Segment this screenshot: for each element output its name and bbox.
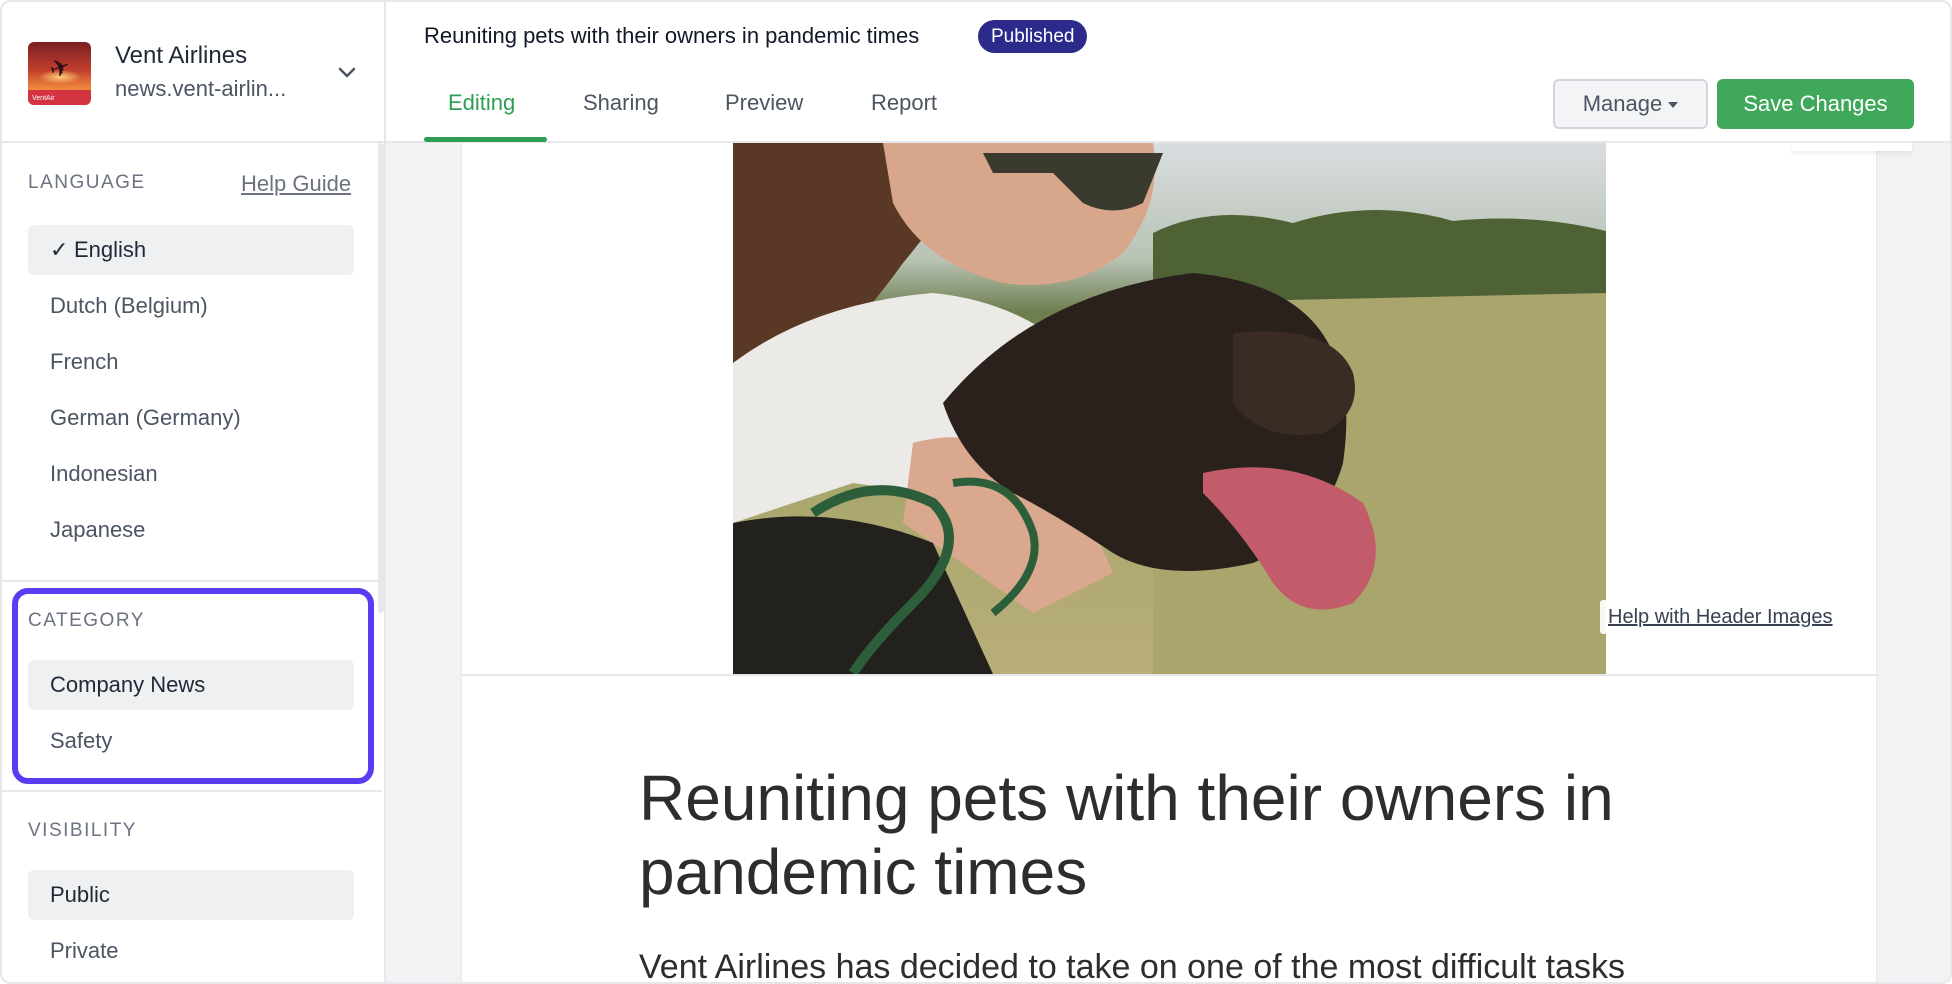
language-option-label: English xyxy=(74,237,147,262)
org-domain: news.vent-airlin... xyxy=(115,76,287,101)
language-option-indonesian[interactable]: Indonesian xyxy=(28,449,354,499)
image-divider xyxy=(462,674,1878,676)
active-tab-indicator xyxy=(424,137,547,142)
document-title: Reuniting pets with their owners in pand… xyxy=(424,23,920,48)
chevron-down-icon[interactable] xyxy=(334,60,360,86)
category-option-safety[interactable]: Safety xyxy=(28,716,354,766)
language-option-english[interactable]: ✓ English xyxy=(28,225,354,275)
language-option-dutch-belgium[interactable]: Dutch (Belgium) xyxy=(28,281,354,331)
language-option-german-germany[interactable]: German (Germany) xyxy=(28,393,354,443)
article-title[interactable]: Reuniting pets with their owners in pand… xyxy=(639,761,1779,909)
article-card: Help with Header Images Reuniting pets w… xyxy=(461,143,1912,982)
visibility-option-private[interactable]: Private xyxy=(28,926,354,976)
sidebar-scrollbar[interactable] xyxy=(378,143,384,613)
header-image[interactable] xyxy=(733,143,1606,674)
tab-sharing[interactable]: Sharing xyxy=(583,90,659,116)
visibility-section-label: VISIBILITY xyxy=(28,820,137,841)
help-header-images-link[interactable]: Help with Header Images xyxy=(1600,600,1833,634)
section-divider xyxy=(2,790,382,792)
editor-canvas: Help with Header Images Reuniting pets w… xyxy=(386,143,1950,982)
tab-preview[interactable]: Preview xyxy=(725,90,803,116)
manage-button-label: Manage xyxy=(1582,91,1663,116)
sidebar: ✈ VentAir Vent Airlines news.vent-airlin… xyxy=(2,2,386,982)
section-divider xyxy=(2,580,382,582)
language-option-japanese[interactable]: Japanese xyxy=(28,505,354,555)
checkmark-icon: ✓ xyxy=(50,237,69,262)
category-option-company-news[interactable]: Company News xyxy=(28,660,354,710)
visibility-option-public[interactable]: Public xyxy=(28,870,354,920)
org-switcher[interactable]: ✈ VentAir Vent Airlines news.vent-airlin… xyxy=(2,2,386,143)
tab-editing[interactable]: Editing xyxy=(448,90,515,116)
article-body-text[interactable]: Vent Airlines has decided to take on one… xyxy=(639,948,1779,982)
manage-button[interactable]: Manage xyxy=(1553,79,1708,129)
tab-report[interactable]: Report xyxy=(871,90,937,116)
help-guide-link[interactable]: Help Guide xyxy=(241,171,351,197)
caret-down-icon xyxy=(1668,102,1679,109)
logo-text: VentAir xyxy=(32,95,55,102)
org-logo: ✈ VentAir xyxy=(28,42,91,105)
status-badge: Published xyxy=(978,20,1088,53)
header-photo xyxy=(733,143,1606,674)
language-section-label: LANGUAGE xyxy=(28,172,146,193)
language-option-french[interactable]: French xyxy=(28,337,354,387)
category-section-label: CATEGORY xyxy=(28,610,145,631)
save-changes-button[interactable]: Save Changes xyxy=(1717,79,1914,129)
org-name: Vent Airlines xyxy=(115,42,248,69)
top-bar: Reuniting pets with their owners in pand… xyxy=(386,2,1950,143)
app-window: ✈ VentAir Vent Airlines news.vent-airlin… xyxy=(0,0,1952,984)
